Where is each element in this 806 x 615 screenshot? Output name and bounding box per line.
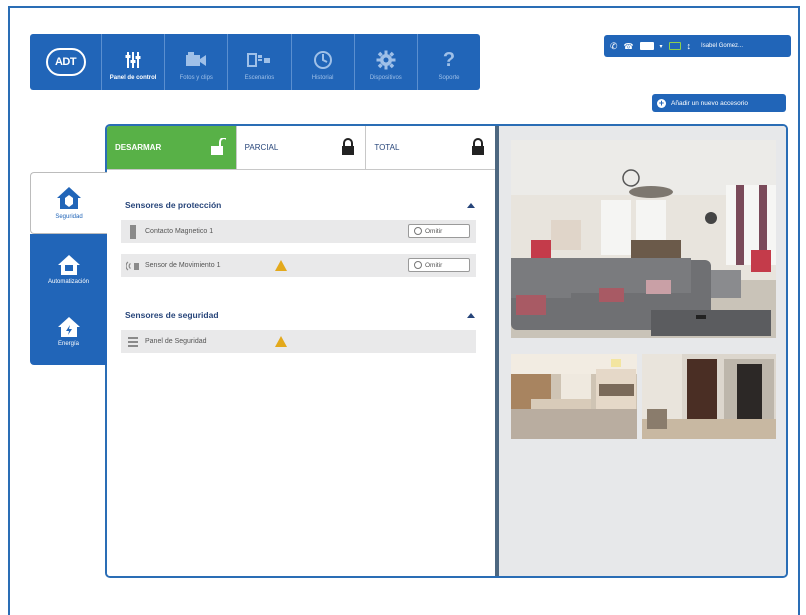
call-icon[interactable]: ☎	[624, 42, 634, 51]
camera-icon	[185, 48, 207, 72]
home-shield-icon	[57, 187, 81, 209]
battery-icon	[668, 42, 681, 50]
omit-circle-icon	[414, 227, 422, 235]
door-contact-icon	[121, 224, 145, 239]
question-icon: ?	[442, 48, 456, 71]
section-title-security: Sensores de seguridad	[125, 310, 219, 320]
nav-escenarios[interactable]: Escenarios	[228, 34, 292, 90]
collapse-protection-icon[interactable]	[467, 203, 475, 208]
tab-desarmar[interactable]: DESARMAR	[107, 126, 237, 169]
omit-button[interactable]: Omitir	[408, 258, 470, 272]
home-energy-icon	[57, 316, 80, 337]
camera-area	[499, 126, 786, 576]
tab-label: DESARMAR	[115, 143, 162, 152]
lock-icon	[471, 137, 485, 158]
omit-label: Omitir	[425, 261, 443, 269]
adt-logo[interactable]: ADT	[30, 34, 102, 90]
nav-label: Escenarios	[244, 74, 275, 81]
motion-sensor-icon	[121, 260, 145, 272]
tab-label: TOTAL	[374, 143, 400, 152]
tab-parcial[interactable]: PARCIAL	[237, 126, 367, 169]
warning-icon	[275, 336, 287, 347]
arm-mode-tabs: DESARMAR PARCIAL TOTAL	[107, 126, 495, 170]
panel-icon	[121, 336, 145, 347]
home-automation-icon	[57, 254, 80, 275]
tab-label: Energía	[57, 340, 79, 347]
main-nav: ADT Panel de control Fotos y clips Escen…	[30, 34, 480, 90]
nav-panel-de-control[interactable]: Panel de control	[102, 34, 166, 90]
scenarios-icon	[247, 48, 271, 72]
sliders-icon	[124, 48, 142, 72]
add-accessory-button[interactable]: + Añadir un nuevo accesorio	[652, 94, 786, 112]
camera-photo-entrance[interactable]	[642, 354, 776, 439]
phone-icon[interactable]: ✆	[610, 41, 618, 52]
tab-seguridad[interactable]: Seguridad	[30, 172, 107, 234]
tab-automatizacion[interactable]: Automatización	[30, 240, 107, 298]
nav-label: Fotos y clips	[179, 74, 213, 81]
warning-icon	[275, 260, 287, 271]
sensor-name: Sensor de Movimiento 1	[145, 262, 221, 269]
category-tabs: Seguridad Automatización Energía	[30, 172, 107, 365]
clock-icon	[313, 48, 333, 72]
dropdown-icon[interactable]: ▾	[660, 43, 663, 50]
nav-label: Soporte	[438, 74, 460, 81]
collapse-security-icon[interactable]	[467, 313, 475, 318]
tab-label: Automatización	[47, 278, 90, 285]
sensor-row: Panel de Seguridad	[121, 330, 476, 353]
plus-icon: +	[657, 97, 666, 108]
adt-logo-mark: ADT	[45, 48, 86, 76]
main-panel: DESARMAR PARCIAL TOTAL Sensores de prote…	[105, 124, 788, 578]
sensor-row: Sensor de Movimiento 1 Omitir	[121, 254, 476, 277]
omit-button[interactable]: Omitir	[408, 224, 470, 238]
nav-soporte[interactable]: ? Soporte	[418, 34, 480, 90]
section-title-protection: Sensores de protección	[125, 200, 222, 210]
messages-icon[interactable]	[639, 42, 654, 50]
signal-icon: ↕	[686, 41, 692, 51]
sensors-content: Sensores de protección Contacto Magnetic…	[107, 170, 495, 576]
user-bar: ✆ ☎ ▾ ↕ Isabel Gomez...	[604, 35, 791, 57]
unlock-icon	[210, 136, 229, 158]
tab-label: PARCIAL	[244, 143, 279, 152]
nav-label: Panel de control	[109, 74, 157, 81]
nav-historial[interactable]: Historial	[292, 34, 355, 90]
sensor-name: Panel de Seguridad	[145, 338, 207, 345]
nav-fotos-y-clips[interactable]: Fotos y clips	[165, 34, 229, 90]
nav-dispositivos[interactable]: Dispositivos	[355, 34, 418, 90]
camera-main-photo[interactable]	[511, 140, 776, 338]
tab-total[interactable]: TOTAL	[366, 126, 495, 169]
tab-energia[interactable]: Energía	[30, 302, 107, 360]
tab-label: Seguridad	[55, 214, 83, 220]
omit-label: Omitir	[425, 227, 443, 235]
gear-icon	[376, 48, 396, 72]
nav-label: Historial	[311, 74, 334, 81]
user-menu[interactable]: Isabel Gomez...	[701, 43, 743, 49]
omit-circle-icon	[414, 261, 422, 269]
camera-photo-kitchen[interactable]	[511, 354, 637, 439]
lock-icon	[341, 137, 355, 158]
sensor-name: Contacto Magnetico 1	[145, 228, 214, 235]
nav-label: Dispositivos	[369, 74, 402, 81]
add-accessory-label: Añadir un nuevo accesorio	[671, 99, 748, 107]
sensor-row: Contacto Magnetico 1 Omitir	[121, 220, 476, 243]
